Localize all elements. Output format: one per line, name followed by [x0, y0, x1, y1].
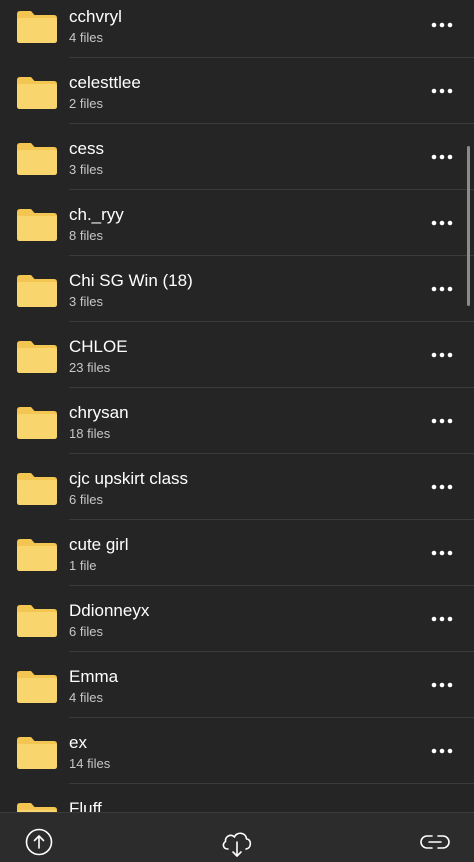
more-icon[interactable] [422, 406, 462, 436]
list-item[interactable]: CHLOE 23 files [0, 322, 474, 388]
list-item[interactable]: cjc upskirt class 6 files [0, 454, 474, 520]
folder-name: cute girl [69, 535, 129, 554]
scrollbar[interactable] [467, 146, 470, 306]
folder-icon [16, 604, 58, 638]
folder-name: Chi SG Win (18) [69, 271, 193, 290]
folder-file-count: 8 files [69, 228, 103, 243]
folder-file-count: 6 files [69, 492, 103, 507]
bottom-toolbar [0, 812, 474, 862]
list-item[interactable]: Chi SG Win (18) 3 files [0, 256, 474, 322]
folder-icon [16, 406, 58, 440]
list-item[interactable]: Fluff [0, 784, 474, 812]
folder-icon [16, 538, 58, 572]
link-icon[interactable] [417, 827, 453, 861]
folder-icon [16, 472, 58, 506]
folder-name: cchvryl [69, 7, 122, 26]
list-item[interactable]: Ddionneyx 6 files [0, 586, 474, 652]
folder-icon [16, 670, 58, 704]
list-item[interactable]: cute girl 1 file [0, 520, 474, 586]
folder-name: Ddionneyx [69, 601, 150, 620]
more-icon[interactable] [422, 736, 462, 766]
upload-icon[interactable] [21, 827, 57, 861]
folder-file-count: 6 files [69, 624, 103, 639]
folder-icon [16, 142, 58, 176]
folder-file-count: 1 file [69, 558, 97, 573]
more-icon[interactable] [422, 604, 462, 634]
list-item[interactable]: Emma 4 files [0, 652, 474, 718]
folder-icon [16, 10, 58, 44]
more-icon[interactable] [422, 340, 462, 370]
folder-file-count: 3 files [69, 294, 103, 309]
folder-name: Fluff [69, 799, 102, 812]
more-icon[interactable] [422, 472, 462, 502]
folder-file-count: 3 files [69, 162, 103, 177]
more-icon[interactable] [422, 10, 462, 40]
more-icon[interactable] [422, 670, 462, 700]
more-icon[interactable] [422, 208, 462, 238]
folder-icon [16, 736, 58, 770]
folder-icon [16, 208, 58, 242]
list-item[interactable]: cchvryl 4 files [0, 0, 474, 58]
folder-name: celesttlee [69, 73, 141, 92]
folder-icon [16, 274, 58, 308]
more-icon[interactable] [422, 76, 462, 106]
folder-name: cjc upskirt class [69, 469, 189, 488]
more-icon[interactable] [422, 538, 462, 568]
list-item[interactable]: ch._ryy 8 files [0, 190, 474, 256]
folder-file-count: 14 files [69, 756, 111, 771]
list-item[interactable]: celesttlee 2 files [0, 58, 474, 124]
folder-icon [16, 76, 58, 110]
more-icon[interactable] [422, 142, 462, 172]
more-icon[interactable] [422, 802, 462, 812]
folder-file-count: 4 files [69, 690, 103, 705]
list-item[interactable]: cess 3 files [0, 124, 474, 190]
folder-name: ch._ryy [69, 205, 124, 224]
cloud-download-icon[interactable] [219, 827, 255, 861]
folder-name: cess [69, 139, 104, 158]
folder-icon [16, 802, 58, 812]
folder-name: CHLOE [69, 337, 128, 356]
list-item[interactable]: ex 14 files [0, 718, 474, 784]
folder-file-count: 2 files [69, 96, 103, 111]
folder-list[interactable]: cchvryl 4 files celesttlee 2 files cess … [0, 0, 474, 812]
folder-file-count: 4 files [69, 30, 103, 45]
folder-file-count: 18 files [69, 426, 111, 441]
folder-icon [16, 340, 58, 374]
folder-name: chrysan [69, 403, 129, 422]
folder-name: Emma [69, 667, 119, 686]
list-item[interactable]: chrysan 18 files [0, 388, 474, 454]
more-icon[interactable] [422, 274, 462, 304]
folder-name: ex [69, 733, 87, 752]
folder-file-count: 23 files [69, 360, 111, 375]
